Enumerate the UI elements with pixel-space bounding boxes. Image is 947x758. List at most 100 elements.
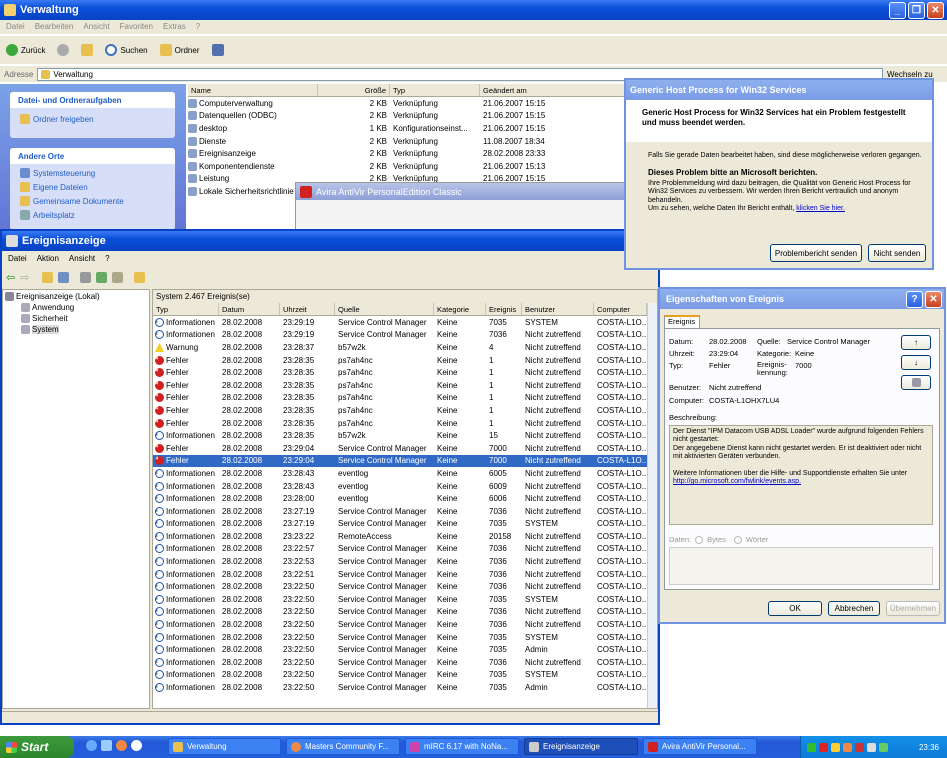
- eventviewer-titlebar[interactable]: Ereignisanzeige _: [2, 231, 658, 251]
- event-row[interactable]: i Informationen 28.02.2008 23:22:50 Service …: [153, 631, 657, 644]
- description-link[interactable]: http://go.microsoft.com/fwlink/events.as…: [673, 478, 801, 485]
- place-eigene-dateien[interactable]: Eigene Dateien: [10, 178, 175, 192]
- minimize-button[interactable]: _: [889, 1, 906, 19]
- event-row[interactable]: i Informationen 28.02.2008 23:28:00 eventlog…: [153, 492, 657, 505]
- properties-icon[interactable]: [80, 271, 92, 283]
- tree-item-system[interactable]: System: [5, 325, 147, 334]
- place-arbeitsplatz[interactable]: Arbeitsplatz: [10, 206, 175, 220]
- event-row[interactable]: i Informationen 28.02.2008 23:22:53 Service …: [153, 555, 657, 568]
- file-row[interactable]: Dienste 2 KB Verknüpfung 11.08.2007 18:34: [188, 135, 628, 148]
- tree-item-anwendung[interactable]: Anwendung: [5, 303, 147, 312]
- refresh-icon[interactable]: [96, 271, 108, 283]
- volume-icon[interactable]: [867, 742, 876, 752]
- menu-favoriten[interactable]: Favoriten: [120, 22, 153, 32]
- forward-button[interactable]: [57, 44, 70, 56]
- file-row[interactable]: Datenquellen (ODBC) 2 KB Verknüpfung 21.06.…: [188, 110, 628, 123]
- app-icon[interactable]: [131, 740, 142, 751]
- event-properties-titlebar[interactable]: Eigenschaften von Ereignis ? ✕: [660, 289, 944, 309]
- cancel-button[interactable]: Abbrechen: [828, 601, 880, 616]
- views-button[interactable]: [211, 44, 224, 56]
- help-icon[interactable]: [134, 271, 146, 283]
- event-row[interactable]: i Informationen 28.02.2008 23:22:50 Service …: [153, 669, 657, 682]
- network-icon[interactable]: [879, 742, 888, 752]
- place-systemsteuerung[interactable]: Systemsteuerung: [10, 164, 175, 178]
- generic-host-titlebar[interactable]: Generic Host Process for Win32 Services: [626, 80, 932, 100]
- event-row[interactable]: × Fehler 28.02.2008 23:28:35 ps7ah4nc Keine 1 N…: [153, 392, 657, 405]
- event-row[interactable]: × Fehler 28.02.2008 23:28:35 ps7ah4nc Keine 1 N…: [153, 354, 657, 367]
- avira-tray-icon[interactable]: [819, 742, 828, 752]
- copy-button[interactable]: [901, 375, 931, 390]
- event-row[interactable]: i Informationen 28.02.2008 23:27:19 Service …: [153, 518, 657, 531]
- tab-ereignis[interactable]: Ereignis: [664, 315, 700, 328]
- menu-bearbeiten[interactable]: Bearbeiten: [35, 22, 74, 32]
- task-avira[interactable]: Avira AntiVir Personal...: [643, 738, 757, 755]
- help-button[interactable]: ?: [906, 290, 923, 308]
- event-row[interactable]: i Informationen 28.02.2008 23:28:35 b57w2k Ke…: [153, 429, 657, 442]
- menu-aktion[interactable]: Aktion: [37, 254, 59, 264]
- bytes-radio[interactable]: [695, 535, 704, 544]
- back-button[interactable]: Zurück: [6, 44, 45, 56]
- event-row[interactable]: i Informationen 28.02.2008 23:22:57 Service …: [153, 543, 657, 556]
- event-row[interactable]: × Fehler 28.02.2008 23:28:35 ps7ah4nc Keine 1 N…: [153, 404, 657, 417]
- task-masters-community[interactable]: Masters Community F...: [286, 738, 400, 755]
- event-row[interactable]: × Fehler 28.02.2008 23:28:35 ps7ah4nc Keine 1 N…: [153, 379, 657, 392]
- event-row[interactable]: i Informationen 28.02.2008 23:22:51 Service …: [153, 568, 657, 581]
- event-row[interactable]: i Informationen 28.02.2008 23:28:43 eventlog…: [153, 467, 657, 480]
- col-date[interactable]: Geändert am: [480, 84, 628, 96]
- avira-titlebar[interactable]: Avira AntiVir PersonalEdition Classic: [296, 183, 627, 200]
- tray-icon[interactable]: [855, 742, 864, 752]
- tree-toggle-icon[interactable]: [58, 271, 70, 283]
- file-row[interactable]: Ereignisanzeige 2 KB Verknüpfung 28.02.2008…: [188, 147, 628, 160]
- col-typ[interactable]: Typ: [153, 303, 219, 315]
- event-row[interactable]: i Informationen 28.02.2008 23:27:19 Service …: [153, 505, 657, 518]
- task-verwaltung[interactable]: Verwaltung: [168, 738, 281, 755]
- start-button[interactable]: Start: [0, 736, 74, 758]
- woerter-radio[interactable]: [733, 535, 742, 544]
- event-row[interactable]: i Informationen 28.02.2008 23:22:50 Service …: [153, 656, 657, 669]
- event-row[interactable]: × Fehler 28.02.2008 23:29:04 Service Control…: [153, 454, 657, 468]
- col-type[interactable]: Typ: [390, 84, 480, 96]
- send-report-button[interactable]: Problembericht senden: [770, 244, 862, 262]
- close-button[interactable]: ✕: [927, 1, 944, 19]
- task-share-folder[interactable]: Ordner freigeben: [10, 108, 175, 130]
- event-list-scrollbar[interactable]: [647, 303, 657, 708]
- event-row[interactable]: i Informationen 28.02.2008 23:29:19 Service …: [153, 316, 657, 329]
- apply-button[interactable]: Übernehmen: [886, 601, 940, 616]
- col-kategorie[interactable]: Kategorie: [434, 303, 486, 315]
- col-quelle[interactable]: Quelle: [335, 303, 434, 315]
- export-icon[interactable]: [112, 271, 124, 283]
- menu-datei[interactable]: Datei: [8, 254, 27, 264]
- col-uhrzeit[interactable]: Uhrzeit: [280, 303, 335, 315]
- data-box[interactable]: [669, 547, 933, 585]
- col-size[interactable]: Größe: [318, 84, 390, 96]
- menu-ansicht[interactable]: Ansicht: [69, 254, 95, 264]
- description-box[interactable]: Der Dienst "IPM Datacom USB ADSL Loader"…: [669, 425, 933, 525]
- tray-icon[interactable]: [807, 742, 816, 752]
- event-row[interactable]: i Informationen 28.02.2008 23:23:22 RemoteAc…: [153, 530, 657, 543]
- ie-icon[interactable]: [86, 740, 97, 751]
- file-row[interactable]: Computerverwaltung 2 KB Verknüpfung 21.06.2…: [188, 97, 628, 110]
- event-row[interactable]: ! Warnung 28.02.2008 23:28:37 b57w2k Keine 4 Ni…: [153, 341, 657, 354]
- folders-button[interactable]: Ordner: [159, 44, 200, 56]
- menu-help[interactable]: ?: [105, 254, 109, 264]
- maximize-button[interactable]: ❐: [908, 1, 925, 19]
- firefox-icon[interactable]: [116, 740, 127, 751]
- tree-item-sicherheit[interactable]: Sicherheit: [5, 314, 147, 323]
- file-row[interactable]: Komponentendienste 2 KB Verknüpfung 21.06.2…: [188, 160, 628, 173]
- desktop-icon[interactable]: [101, 740, 112, 751]
- event-row[interactable]: i Informationen 28.02.2008 23:22:50 Service …: [153, 593, 657, 606]
- search-button[interactable]: Suchen: [105, 44, 148, 56]
- event-row[interactable]: i Informationen 28.02.2008 23:22:50 Service …: [153, 618, 657, 631]
- event-row[interactable]: i Informationen 28.02.2008 23:22:50 Service …: [153, 681, 657, 694]
- event-row[interactable]: i Informationen 28.02.2008 23:29:19 Service …: [153, 329, 657, 342]
- col-name[interactable]: Name: [188, 84, 318, 96]
- folder-up-icon[interactable]: [42, 271, 54, 283]
- event-row[interactable]: × Fehler 28.02.2008 23:29:04 Service Control…: [153, 442, 657, 455]
- tray-icon[interactable]: [843, 742, 852, 752]
- back-arrow-icon[interactable]: ⇦: [6, 271, 15, 284]
- event-row[interactable]: × Fehler 28.02.2008 23:28:35 ps7ah4nc Keine 1 N…: [153, 366, 657, 379]
- menu-ansicht[interactable]: Ansicht: [83, 22, 109, 32]
- close-button[interactable]: ✕: [925, 290, 942, 308]
- tree-root[interactable]: Ereignisanzeige (Lokal): [5, 292, 147, 301]
- previous-event-button[interactable]: ↑: [901, 335, 931, 350]
